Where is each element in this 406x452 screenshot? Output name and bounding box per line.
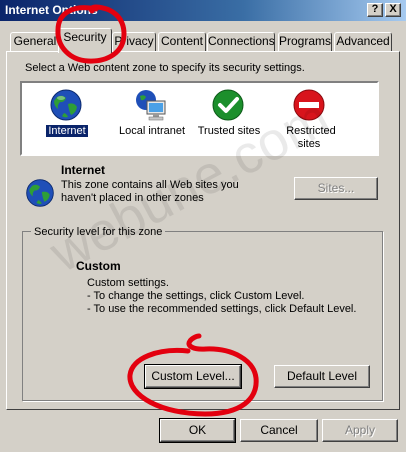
zone-description-line2: haven't placed in other zones (61, 192, 204, 204)
window-title: Internet Options (5, 3, 98, 17)
zone-description-line1: This zone contains all Web sites you (61, 179, 239, 191)
zone-restricted-sites-label: Restricted sites (286, 125, 336, 150)
security-level-group-label: Security level for this zone (31, 226, 166, 238)
selected-zone-title: Internet (61, 163, 106, 177)
ok-button[interactable]: OK (159, 418, 236, 443)
security-level-title: Custom (76, 259, 121, 273)
title-bar[interactable]: Internet Options ? X (0, 0, 406, 21)
tab-general[interactable]: General (10, 32, 60, 52)
custom-level-button[interactable]: Custom Level... (144, 364, 242, 389)
restricted-icon (293, 89, 325, 121)
zone-list: Internet Local intranet Trusted sites Re… (20, 81, 379, 156)
zone-internet-label: Internet (46, 125, 88, 137)
tab-security[interactable]: Security (58, 28, 112, 53)
security-level-line2: - To change the settings, click Custom L… (87, 290, 305, 302)
zone-trusted-sites-label: Trusted sites (197, 125, 261, 137)
apply-button[interactable]: Apply (322, 419, 398, 442)
local-intranet-icon (136, 90, 166, 121)
zone-local-intranet-label: Local intranet (118, 125, 186, 137)
default-level-button[interactable]: Default Level (274, 365, 370, 388)
sites-button[interactable]: Sites... (294, 177, 378, 200)
tab-advanced[interactable]: Advanced (334, 32, 392, 52)
checkmark-icon (212, 89, 244, 121)
internet-options-window: Internet Options ? X General Security Pr… (0, 0, 406, 452)
tab-content[interactable]: Content (158, 32, 206, 52)
close-button[interactable]: X (385, 3, 401, 17)
zone-internet[interactable]: Internet (22, 83, 112, 153)
tab-programs[interactable]: Programs (278, 32, 332, 52)
security-level-line1: Custom settings. (87, 277, 169, 289)
cancel-button[interactable]: Cancel (240, 419, 318, 442)
zone-instruction: Select a Web content zone to specify its… (25, 62, 305, 74)
zone-restricted-sites[interactable]: Restricted sites (260, 83, 360, 153)
help-button[interactable]: ? (367, 3, 383, 17)
globe-icon (50, 89, 82, 121)
security-level-line3: - To use the recommended settings, click… (87, 303, 357, 315)
globe-icon (26, 179, 54, 207)
tab-privacy[interactable]: Privacy (112, 32, 156, 52)
tab-connections[interactable]: Connections (207, 32, 275, 52)
